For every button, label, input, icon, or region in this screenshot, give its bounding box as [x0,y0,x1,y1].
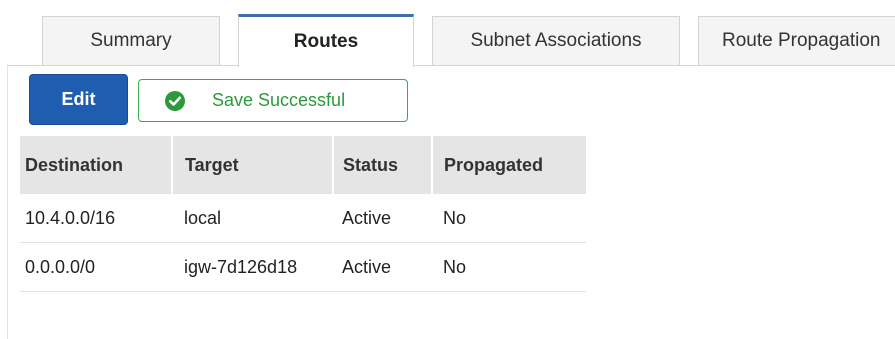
route-destination: 0.0.0.0/0 [20,242,172,292]
content-left-border [7,66,8,339]
route-status: Active [333,242,432,292]
table-row: 10.4.0.0/16 local Active No [20,194,586,243]
route-status: Active [333,194,432,243]
tab-baseline [7,65,895,66]
route-target: local [172,194,333,243]
column-header-destination[interactable]: Destination [20,136,173,194]
routes-table: Destination Target Status Propagated 10.… [20,136,586,292]
route-destination: 10.4.0.0/16 [20,194,172,243]
column-header-target[interactable]: Target [172,136,334,194]
route-table-panel: Summary Routes Subnet Associations Route… [0,0,895,339]
tab-summary[interactable]: Summary [42,16,220,65]
save-success-banner: Save Successful [138,79,408,122]
check-circle-icon [165,91,185,111]
column-header-propagated[interactable]: Propagated [432,136,586,194]
tab-subnet-associations[interactable]: Subnet Associations [432,16,680,65]
tab-route-propagation[interactable]: Route Propagation [698,16,895,65]
table-row: 0.0.0.0/0 igw-7d126d18 Active No [20,242,586,292]
save-success-message: Save Successful [212,90,346,110]
tab-routes[interactable]: Routes [238,14,414,67]
route-target-link[interactable]: igw-7d126d18 [172,242,333,292]
edit-button[interactable]: Edit [29,74,128,125]
route-propagated: No [432,194,586,243]
column-header-status[interactable]: Status [333,136,433,194]
route-propagated: No [432,242,586,292]
table-header-row: Destination Target Status Propagated [20,136,586,194]
tab-bar: Summary Routes Subnet Associations Route… [0,0,895,67]
